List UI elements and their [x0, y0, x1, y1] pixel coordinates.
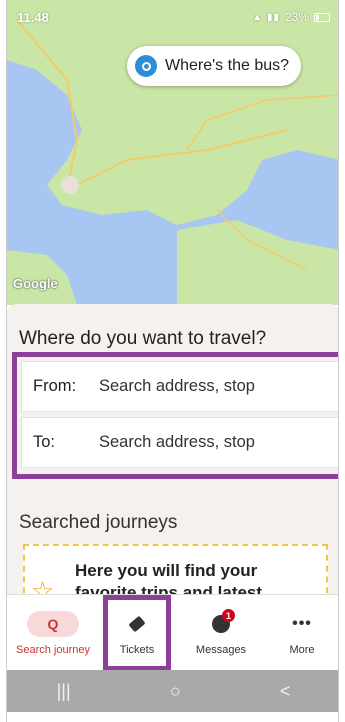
nav-more[interactable]: ••• More — [267, 595, 337, 671]
location-icon — [135, 55, 157, 77]
app-frame: 11.48 ▲ ▮▮ 23% Where's the bus? Google W… — [6, 0, 339, 722]
messages-badge: 1 — [222, 609, 235, 622]
map-view[interactable]: 11.48 ▲ ▮▮ 23% Where's the bus? Google — [7, 0, 338, 305]
wheres-the-bus-button[interactable]: Where's the bus? — [127, 46, 302, 86]
from-input[interactable]: Search address, stop — [99, 377, 255, 396]
status-bar: 11.48 ▲ ▮▮ 23% — [7, 0, 338, 34]
trip-planner-sheet: Where do you want to travel? From: Searc… — [7, 304, 338, 604]
nav-more-label: More — [289, 644, 315, 656]
sheet-title: Where do you want to travel? — [19, 328, 267, 349]
status-time: 11.48 — [17, 9, 49, 25]
nav-tickets-label: Tickets — [119, 644, 155, 656]
from-label: From: — [33, 377, 77, 395]
signal-icons: ▲ ▮▮ — [252, 11, 280, 23]
nav-search-journey[interactable]: Q Search journey — [7, 595, 99, 671]
nav-tickets[interactable]: Tickets — [103, 595, 171, 671]
google-logo: Google — [13, 276, 58, 291]
system-navigation-bar: ||| ○ < — [7, 670, 338, 712]
route-input-group: From: Search address, stop To: Search ad… — [12, 352, 338, 479]
nav-search-journey-label: Search journey — [16, 644, 90, 656]
nav-messages[interactable]: 1 Messages — [185, 595, 257, 671]
from-field[interactable]: From: Search address, stop — [21, 361, 338, 412]
to-field[interactable]: To: Search address, stop — [21, 417, 338, 468]
to-input[interactable]: Search address, stop — [99, 433, 255, 452]
battery-icon — [314, 12, 330, 22]
battery-percent: 23% — [284, 10, 309, 24]
home-icon[interactable]: ○ — [170, 681, 181, 702]
searched-journeys-title: Searched journeys — [19, 512, 178, 533]
search-icon: Q — [27, 610, 79, 638]
to-label: To: — [33, 433, 56, 451]
back-icon[interactable]: < — [280, 681, 291, 702]
more-icon: ••• — [292, 615, 312, 632]
status-right: ▲ ▮▮ 23% — [252, 10, 330, 24]
bottom-navigation: Q Search journey Tickets 1 Messages ••• … — [7, 594, 338, 671]
ticket-icon — [128, 610, 146, 638]
recents-icon[interactable]: ||| — [57, 681, 71, 702]
wheres-the-bus-label: Where's the bus? — [165, 57, 290, 74]
messages-icon: 1 — [212, 609, 235, 638]
nav-messages-label: Messages — [195, 644, 247, 656]
